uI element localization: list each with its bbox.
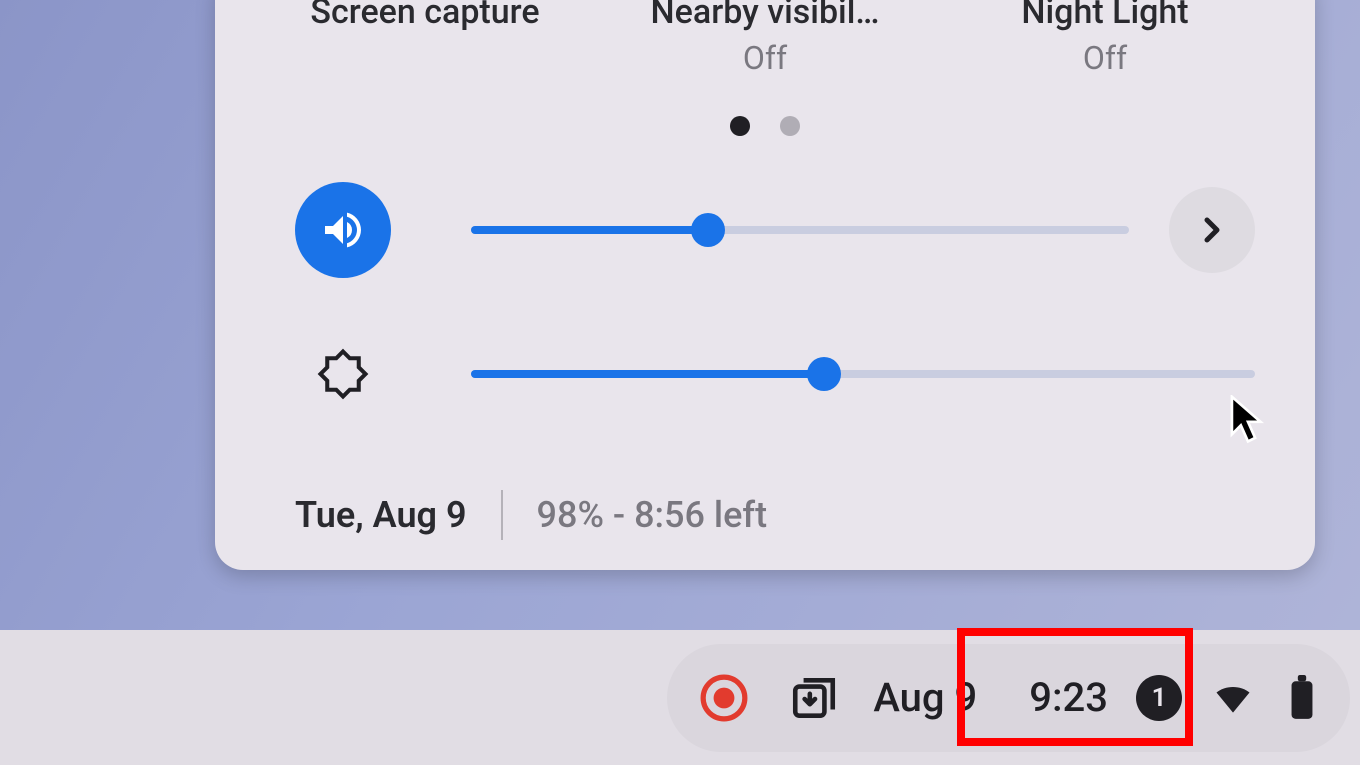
slider-thumb[interactable] <box>691 213 725 247</box>
battery-status-icon[interactable] <box>1284 667 1320 729</box>
page-indicator <box>255 116 1275 136</box>
toggle-state: Off <box>935 38 1275 80</box>
taskbar: Aug 9 9:23 1 <box>0 630 1360 765</box>
volume-slider[interactable] <box>471 226 1129 234</box>
tray-date[interactable]: Aug 9 <box>873 674 977 721</box>
panel-footer: Tue, Aug 9 98% - 8:56 left <box>255 490 1275 540</box>
downloads-button[interactable] <box>783 667 845 729</box>
quick-toggles-row: Screen capture Nearby visibil… Off Night… <box>255 0 1275 80</box>
toggle-state: Off <box>595 38 935 80</box>
toggle-label: Nearby visibil… <box>595 0 935 34</box>
slider-thumb[interactable] <box>807 357 841 391</box>
notification-badge[interactable]: 1 <box>1136 675 1182 721</box>
brightness-slider[interactable] <box>471 370 1255 378</box>
volume-slider-row <box>255 180 1275 280</box>
footer-battery: 98% - 8:56 left <box>537 494 768 536</box>
pager-dot-inactive[interactable] <box>780 116 800 136</box>
toggle-night-light[interactable]: Night Light Off <box>935 0 1275 80</box>
toggle-nearby-visibility[interactable]: Nearby visibil… Off <box>595 0 935 80</box>
toggle-label: Screen capture <box>255 0 595 34</box>
pager-dot-active[interactable] <box>730 116 750 136</box>
brightness-slider-row <box>255 324 1275 424</box>
wifi-status-icon[interactable] <box>1210 667 1256 729</box>
toggle-screen-capture[interactable]: Screen capture <box>255 0 595 80</box>
brightness-icon <box>295 326 391 422</box>
stop-recording-button[interactable] <box>693 667 755 729</box>
footer-date: Tue, Aug 9 <box>295 494 467 536</box>
volume-icon[interactable] <box>295 182 391 278</box>
tray-time[interactable]: 9:23 <box>1029 674 1108 721</box>
footer-divider <box>501 490 503 540</box>
audio-settings-button[interactable] <box>1169 187 1255 273</box>
toggle-label: Night Light <box>935 0 1275 34</box>
quick-settings-panel: Screen capture Nearby visibil… Off Night… <box>215 0 1315 570</box>
system-tray[interactable]: Aug 9 9:23 1 <box>667 644 1350 752</box>
